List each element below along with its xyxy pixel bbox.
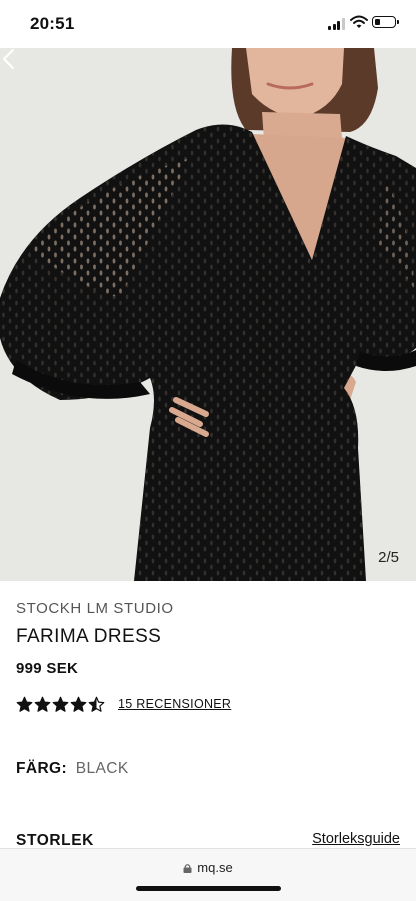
wifi-icon <box>350 15 368 28</box>
lock-icon <box>183 864 192 873</box>
signal-icon <box>328 18 346 30</box>
browser-address-bar[interactable]: mq.se <box>0 848 416 901</box>
color-row: FÄRG: BLACK <box>16 760 129 778</box>
status-time: 20:51 <box>30 14 75 33</box>
chevron-left-icon[interactable] <box>0 48 18 70</box>
size-guide-link[interactable]: Storleksguide <box>312 831 400 847</box>
rating[interactable]: 15 RECENSIONER <box>16 694 231 714</box>
url-text: mq.se <box>197 860 233 875</box>
home-indicator[interactable] <box>136 886 281 891</box>
color-label: FÄRG: <box>16 760 68 777</box>
product-name: FARIMA DRESS <box>16 626 162 647</box>
star-icon <box>70 696 87 712</box>
image-counter: 2/5 <box>378 549 399 566</box>
status-bar: 20:51 <box>0 0 416 48</box>
color-value: BLACK <box>75 760 129 777</box>
reviews-link[interactable]: 15 RECENSIONER <box>118 697 231 711</box>
star-icon <box>16 696 33 712</box>
dress-photo <box>0 48 416 581</box>
product-brand[interactable]: STOCKH LM STUDIO <box>16 600 174 617</box>
rating-stars <box>16 696 105 713</box>
star-icon <box>34 696 51 712</box>
product-image[interactable]: 2/5 <box>0 48 416 581</box>
product-price: 999 SEK <box>16 660 79 677</box>
url-display[interactable]: mq.se <box>0 860 416 875</box>
star-icon <box>52 696 69 712</box>
battery-icon <box>372 16 399 28</box>
star-icon <box>88 696 105 712</box>
